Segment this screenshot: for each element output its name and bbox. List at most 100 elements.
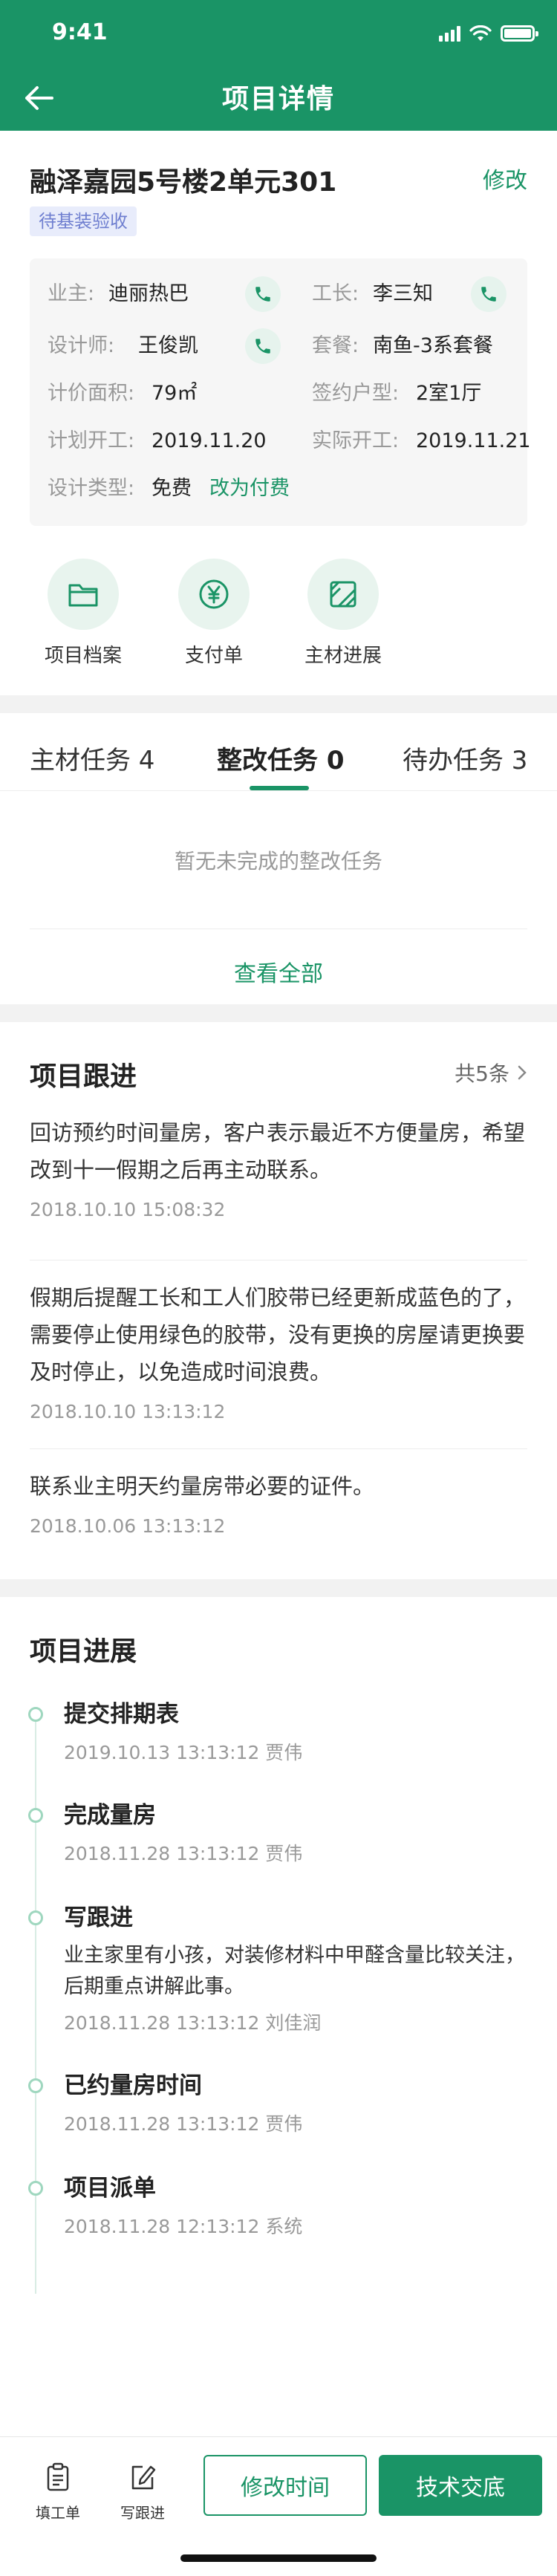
write-follow-button[interactable]: 写跟进 <box>105 2461 180 2523</box>
material-icon <box>330 581 356 608</box>
follow-up-count: 共5条 <box>455 1061 509 1086</box>
designer-value: 王俊凯 <box>138 334 198 357</box>
page-title: 项目详情 <box>221 84 335 114</box>
call-foreman-button[interactable] <box>471 276 506 312</box>
planned-start-value: 2019.11.20 <box>152 429 267 452</box>
divider <box>0 790 557 791</box>
timeline-title: 已约量房时间 <box>64 2072 202 2099</box>
foreman-value: 李三知 <box>373 282 433 305</box>
design-type-label: 设计类型: <box>48 477 135 500</box>
call-owner-button[interactable] <box>245 276 281 312</box>
edit-project-link[interactable]: 修改 <box>483 162 527 195</box>
signal-icon <box>439 25 460 42</box>
follow-up-text: 联系业主明天约量房带必要的证件。 <box>30 1474 375 1499</box>
timeline-title: 完成量房 <box>64 1802 156 1829</box>
status-bar: 9:41 <box>0 0 557 65</box>
phone-icon <box>481 287 496 302</box>
timeline-dot <box>28 1707 43 1722</box>
timeline-dot <box>28 2078 43 2093</box>
tab-material-tasks[interactable]: 主材任务 4 <box>30 740 154 776</box>
design-type-value: 免费 <box>152 477 192 500</box>
timeline-dot <box>28 1808 43 1823</box>
timeline-title: 提交排期表 <box>64 1701 179 1728</box>
follow-up-count-link[interactable]: 共5条 <box>455 1058 527 1087</box>
layout-value: 2室1厅 <box>416 382 482 405</box>
tasks-card: 主材任务 4 整改任务 0 待办任务 3 暂无未完成的整改任务 查看全部 <box>0 713 557 1004</box>
modify-time-button[interactable]: 修改时间 <box>203 2455 367 2516</box>
timeline-meta: 2018.11.28 13:13:12 刘佳润 <box>64 2012 322 2034</box>
fill-order-label: 填工单 <box>36 2504 80 2522</box>
timeline-meta: 2018.11.28 12:13:12 系统 <box>64 2216 303 2237</box>
details-row: 业主: 迪丽热巴 工长: 李三知 <box>30 276 527 312</box>
progress-section: 项目进展 提交排期表 2019.10.13 13:13:12 贾伟 完成量房 2… <box>0 1597 557 2436</box>
details-row: 计划开工: 2019.11.20 实际开工: 2019.11.21 <box>30 426 531 456</box>
details-row: 设计类型: 免费 改为付费 <box>30 474 527 504</box>
fill-order-button[interactable]: 填工单 <box>21 2461 95 2523</box>
timeline-meta: 2018.11.28 13:13:12 贾伟 <box>64 2113 303 2135</box>
clipboard-icon <box>47 2462 69 2491</box>
tab-todo-tasks[interactable]: 待办任务 3 <box>403 740 527 776</box>
layout-label: 签约户型: <box>312 382 400 405</box>
wifi-icon <box>469 25 492 41</box>
timeline-title: 项目派单 <box>64 2175 156 2202</box>
view-all-link[interactable]: 查看全部 <box>0 955 557 988</box>
quick-action-label: 项目档案 <box>44 645 122 667</box>
phone-icon <box>255 287 270 302</box>
folder-icon <box>68 584 98 607</box>
quick-action-material[interactable]: 主材进展 <box>291 559 395 668</box>
quick-action-payment[interactable]: 支付单 <box>162 559 266 668</box>
tech-handover-button[interactable]: 技术交底 <box>379 2455 542 2516</box>
designer-label: 设计师: <box>48 334 115 357</box>
yuan-icon <box>199 579 229 609</box>
list-item[interactable]: 联系业主明天约量房带必要的证件。 2018.10.06 13:13:12 <box>30 1468 527 1537</box>
section-title: 项目进展 <box>30 1636 137 1667</box>
timeline-title: 写跟进 <box>64 1905 133 1931</box>
phone-icon <box>255 339 270 354</box>
actual-start-label: 实际开工: <box>312 429 400 452</box>
status-badge: 待基装验收 <box>30 206 137 236</box>
project-name: 融泽嘉园5号楼2单元301 <box>30 167 337 198</box>
quick-action-label: 主材进展 <box>304 645 382 667</box>
follow-up-text: 回访预约时间量房，客户表示最近不方便量房，希望改到十一假期之后再主动联系。 <box>30 1120 526 1183</box>
details-row: 计价面积: 79㎡ 签约户型: 2室1厅 <box>30 379 527 409</box>
quick-action-archive[interactable]: 项目档案 <box>31 559 135 668</box>
follow-up-time: 2018.10.10 13:13:12 <box>30 1401 226 1422</box>
timeline-dot <box>28 2181 43 2196</box>
divider <box>30 928 527 929</box>
list-item[interactable]: 回访预约时间量房，客户表示最近不方便量房，希望改到十一假期之后再主动联系。 20… <box>30 1114 527 1220</box>
timeline-meta: 2019.10.13 13:13:12 贾伟 <box>64 1742 303 1763</box>
owner-label: 业主: <box>48 282 95 305</box>
app-header: 9:41 项目详情 <box>0 0 557 131</box>
divider <box>30 1260 527 1261</box>
status-icons <box>439 25 538 42</box>
foreman-label: 工长: <box>312 282 359 305</box>
call-designer-button[interactable] <box>245 328 281 364</box>
package-value: 南鱼-3系套餐 <box>373 334 493 357</box>
timeline-line <box>35 1707 36 2294</box>
project-details-box: 业主: 迪丽热巴 工长: 李三知 设计师: 王俊凯 套餐: 南鱼-3系套餐 计价… <box>30 258 531 526</box>
home-indicator <box>180 2554 377 2562</box>
section-title: 项目跟进 <box>30 1061 137 1092</box>
quick-action-label: 支付单 <box>184 645 243 667</box>
details-row: 设计师: 王俊凯 套餐: 南鱼-3系套餐 <box>30 328 527 364</box>
timeline-meta: 2018.11.28 13:13:12 贾伟 <box>64 1843 303 1864</box>
actual-start-value: 2019.11.21 <box>416 429 531 452</box>
follow-up-time: 2018.10.10 15:08:32 <box>30 1199 226 1220</box>
write-follow-label: 写跟进 <box>120 2504 165 2522</box>
battery-icon <box>501 25 538 42</box>
area-label: 计价面积: <box>48 382 135 405</box>
timeline-dot <box>28 1910 43 1925</box>
divider <box>30 1448 527 1449</box>
area-value: 79㎡ <box>152 382 198 405</box>
package-label: 套餐: <box>312 334 359 357</box>
follow-up-text: 假期后提醒工长和工人们胶带已经更新成蓝色的了，需要停止使用绿色的胶带，没有更换的… <box>30 1285 526 1385</box>
edit-icon <box>131 2465 156 2490</box>
follow-up-time: 2018.10.06 13:13:12 <box>30 1515 226 1537</box>
planned-start-label: 计划开工: <box>48 429 135 452</box>
timeline-desc: 业主家里有小孩，对装修材料中甲醛含量比较关注，后期重点讲解此事。 <box>64 1944 525 1998</box>
status-time: 9:41 <box>52 19 108 45</box>
change-to-paid-link[interactable]: 改为付费 <box>209 474 290 504</box>
tab-rectify-tasks[interactable]: 整改任务 0 <box>217 740 345 776</box>
empty-state-text: 暂无未完成的整改任务 <box>174 849 382 874</box>
list-item[interactable]: 假期后提醒工长和工人们胶带已经更新成蓝色的了，需要停止使用绿色的胶带，没有更换的… <box>30 1279 527 1422</box>
